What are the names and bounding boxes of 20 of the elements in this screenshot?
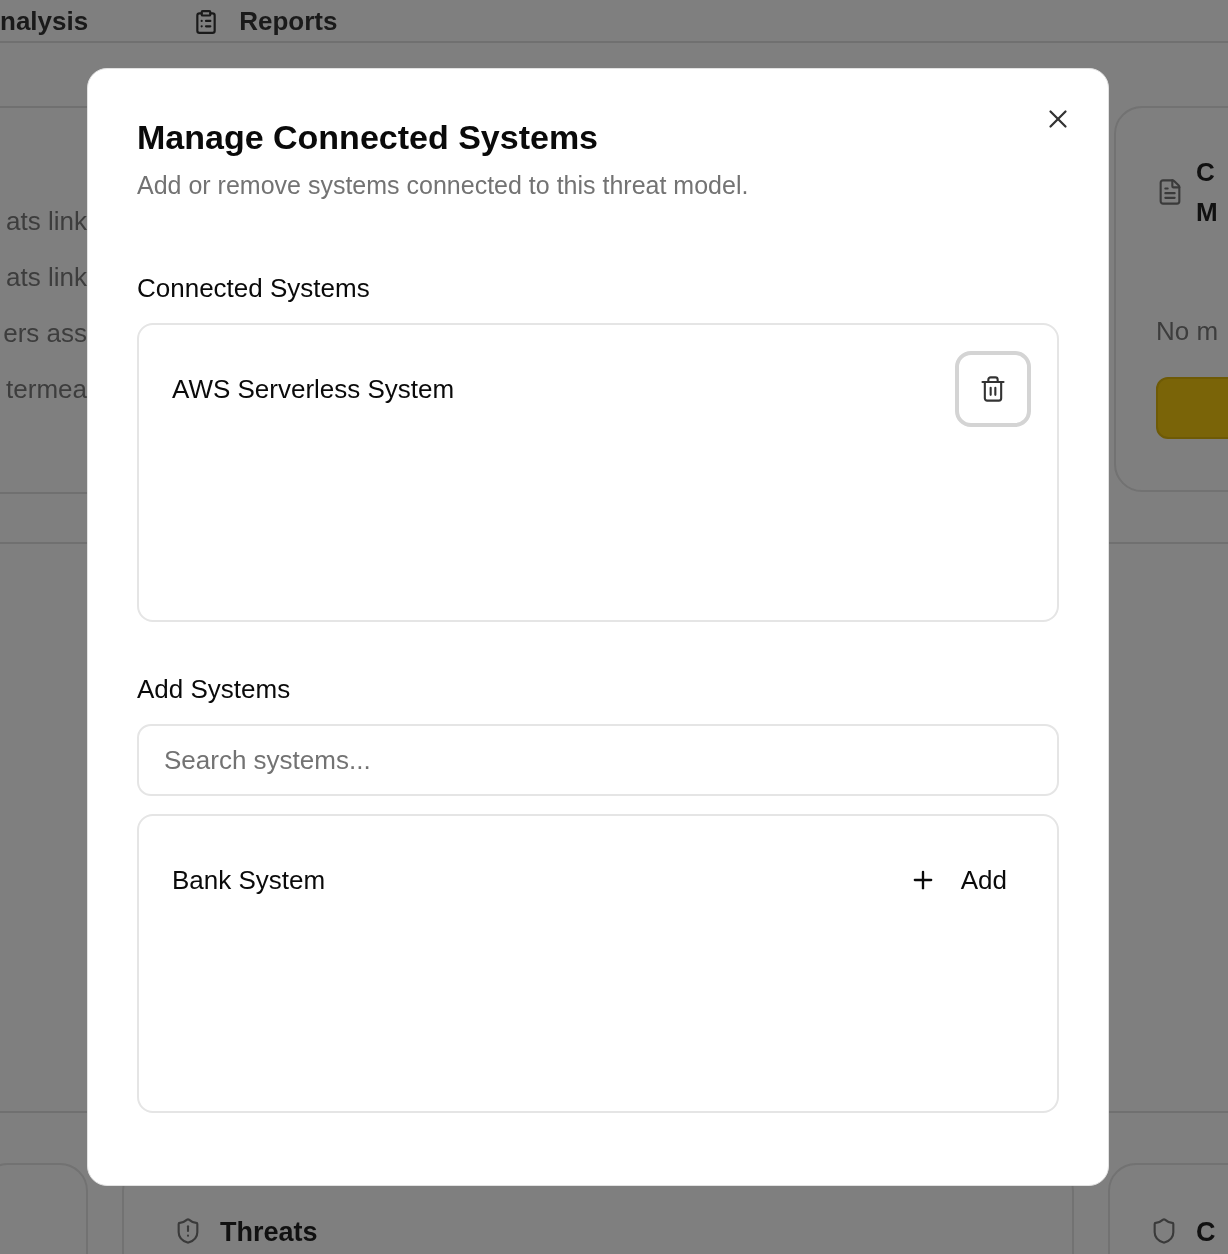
system-name: Bank System <box>172 864 326 896</box>
card-title: C M <box>1196 156 1218 229</box>
empty-text: No m <box>1156 316 1220 347</box>
list-text: ats link <box>6 206 87 236</box>
card-title: C <box>1196 1217 1216 1248</box>
dialog-title: Manage Connected Systems <box>137 117 600 158</box>
list-text: termea <box>6 374 87 404</box>
system-name: AWS Serverless System <box>172 373 455 405</box>
delete-button[interactable] <box>955 351 1031 427</box>
dialog-subtitle: Add or remove systems connected to this threat model. <box>137 170 750 201</box>
add-button[interactable]: Add <box>884 842 1031 918</box>
card-title: Threats <box>220 1217 318 1248</box>
search-field[interactable]: Search systems... <box>137 724 1059 796</box>
section-heading: Add Systems <box>137 673 292 706</box>
trash-icon <box>979 375 1007 403</box>
section-heading: Connected Systems <box>137 272 371 305</box>
nav-tab[interactable]: Reports <box>239 6 338 37</box>
list-text: ats link <box>6 262 87 292</box>
list-text: ers ass <box>3 318 87 348</box>
nav-tab[interactable]: nalysis <box>0 6 89 37</box>
